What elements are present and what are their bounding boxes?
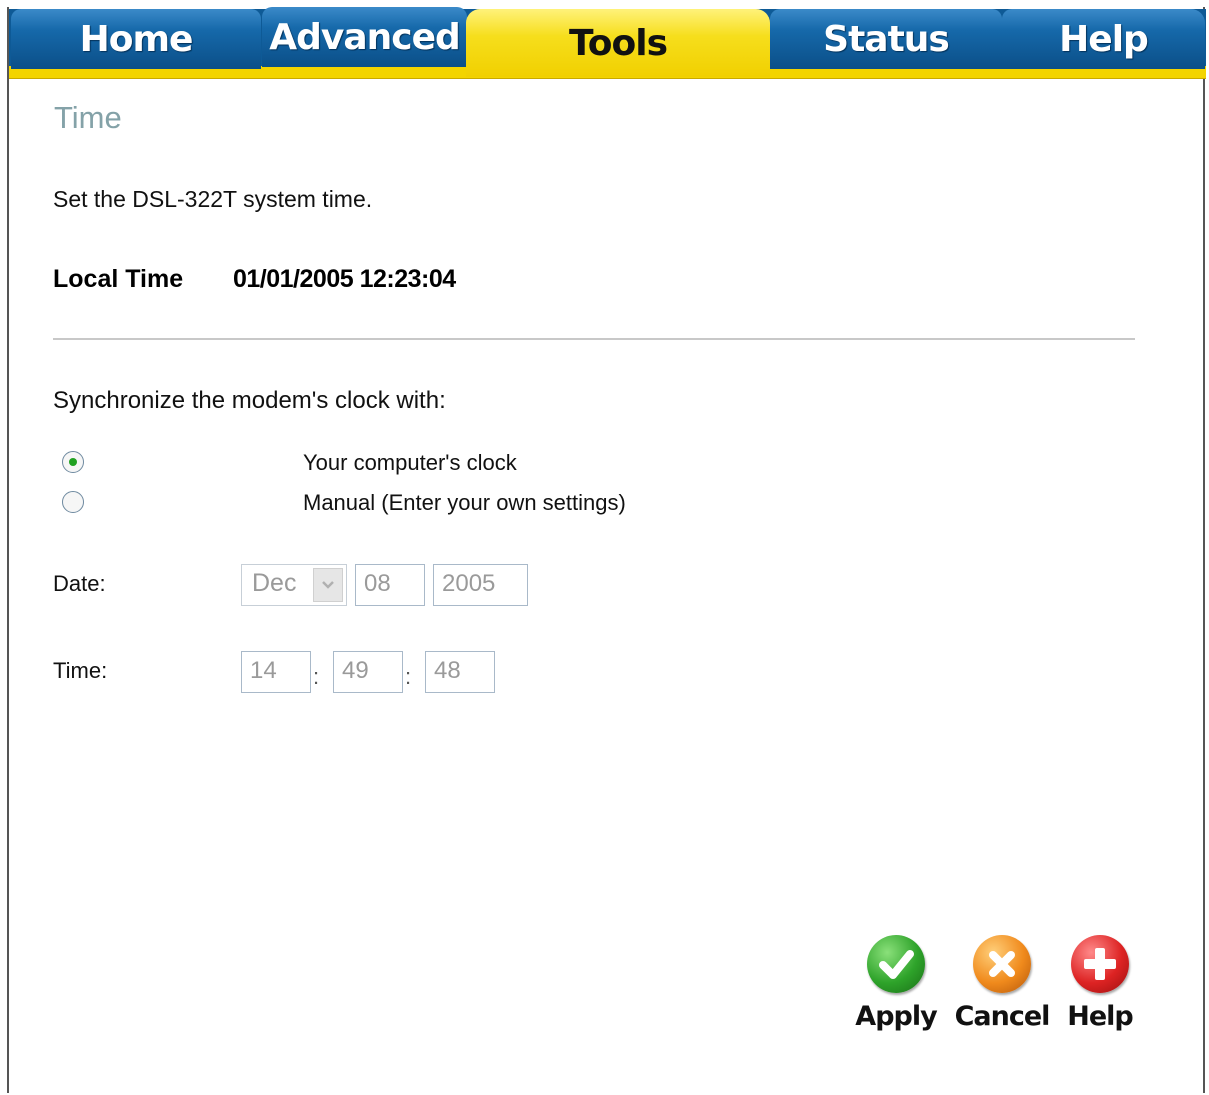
minute-input[interactable]: 49 xyxy=(333,651,403,693)
apply-label: Apply xyxy=(855,1001,937,1032)
page-frame xyxy=(7,7,1205,1093)
local-time-label: Local Time xyxy=(53,265,184,293)
sync-label: Synchronize the modem's clock with: xyxy=(53,387,446,414)
year-input[interactable]: 2005 xyxy=(433,564,528,606)
help-button[interactable]: Help xyxy=(1062,935,1138,1032)
month-value: Dec xyxy=(252,569,297,597)
day-input[interactable]: 08 xyxy=(355,564,425,606)
cancel-button[interactable]: Cancel xyxy=(952,935,1052,1032)
radio-manual[interactable] xyxy=(62,491,84,513)
page-title: Time xyxy=(54,100,122,135)
help-label: Help xyxy=(1067,1001,1134,1032)
tab-advanced[interactable]: Advanced xyxy=(262,7,467,67)
local-time-value: 01/01/2005 12:23:04 xyxy=(233,265,456,293)
month-select[interactable]: Dec xyxy=(241,564,347,606)
divider xyxy=(53,338,1135,340)
radio-computer-clock-label[interactable]: Your computer's clock xyxy=(303,450,517,476)
x-icon xyxy=(973,935,1031,993)
tab-home[interactable]: Home xyxy=(11,9,261,69)
radio-computer-clock[interactable] xyxy=(62,451,84,473)
second-input[interactable]: 48 xyxy=(425,651,495,693)
radio-selected-dot xyxy=(69,458,77,466)
page-description: Set the DSL-322T system time. xyxy=(53,186,373,212)
plus-icon xyxy=(1071,935,1129,993)
time-separator: : xyxy=(313,664,320,689)
apply-button[interactable]: Apply xyxy=(852,935,940,1032)
chevron-down-icon[interactable] xyxy=(313,568,343,602)
date-label: Date: xyxy=(53,571,106,596)
time-separator: : xyxy=(405,664,412,689)
tab-help[interactable]: Help xyxy=(1002,9,1205,69)
tab-tools[interactable]: Tools xyxy=(466,9,770,77)
radio-manual-label[interactable]: Manual (Enter your own settings) xyxy=(303,490,626,516)
checkmark-icon xyxy=(867,935,925,993)
time-label: Time: xyxy=(53,658,108,683)
hour-input[interactable]: 14 xyxy=(241,651,311,693)
cancel-label: Cancel xyxy=(954,1001,1051,1032)
tab-status[interactable]: Status xyxy=(770,9,1002,69)
